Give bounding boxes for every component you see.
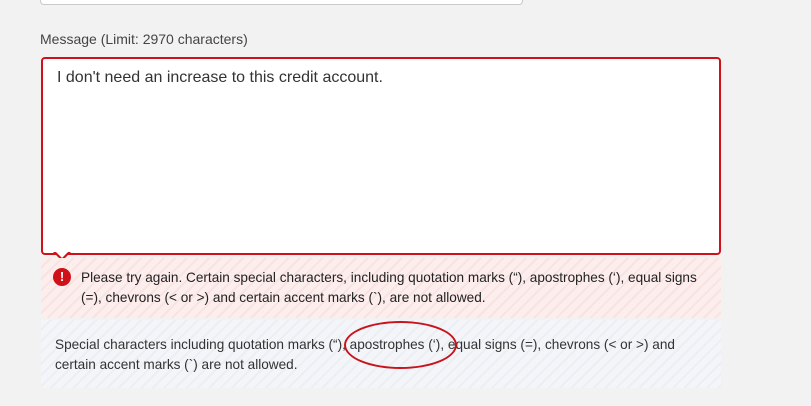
info-message-box: Special characters including quotation m… (41, 320, 721, 388)
error-exclamation-icon: ! (53, 268, 71, 286)
error-message-box: ! Please try again. Certain special char… (41, 258, 721, 318)
previous-input-field[interactable] (40, 0, 523, 5)
message-textarea[interactable]: I don't need an increase to this credit … (41, 57, 721, 255)
message-field-label: Message (Limit: 2970 characters) (40, 31, 248, 47)
info-message-text: Special characters including quotation m… (55, 337, 675, 372)
error-message-text: Please try again. Certain special charac… (81, 270, 697, 305)
